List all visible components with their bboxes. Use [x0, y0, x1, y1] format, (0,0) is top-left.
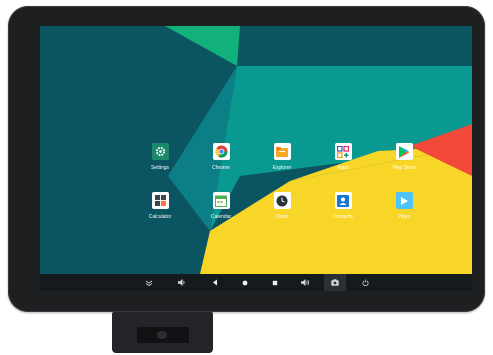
contacts-icon [334, 192, 352, 209]
app-label: Apps [337, 165, 349, 171]
home-icon[interactable] [234, 274, 256, 291]
collapse-icon[interactable] [138, 274, 160, 291]
app-settings[interactable]: Settings [130, 143, 190, 171]
app-label: Play Store [392, 165, 416, 171]
app-grid: Settings Chrome Explorer Apps Play Store… [40, 26, 472, 274]
app-play-store[interactable]: Play Store [374, 143, 434, 171]
volume-up-icon[interactable] [294, 274, 316, 291]
video-icon [395, 192, 413, 209]
volume-down-icon[interactable] [171, 274, 193, 291]
app-apps[interactable]: Apps [313, 143, 373, 171]
app-label: Chrome [212, 165, 230, 171]
power-icon[interactable] [354, 274, 376, 291]
screenshot-icon[interactable] [324, 274, 346, 291]
recents-icon[interactable] [264, 274, 286, 291]
app-explorer[interactable]: Explorer [252, 143, 312, 171]
app-label: Explorer [272, 165, 292, 171]
app-calculator[interactable]: Calculator [130, 192, 190, 220]
calculator-icon [151, 192, 169, 209]
app-label: Calendar [210, 214, 232, 220]
app-label: Contacts [333, 214, 353, 220]
app-label: Clock [275, 214, 289, 220]
back-icon[interactable] [204, 274, 226, 291]
scanner-lens [157, 331, 167, 339]
explorer-icon [273, 143, 291, 160]
settings-icon [151, 143, 169, 160]
play-store-icon [395, 143, 413, 160]
app-chrome[interactable]: Chrome [191, 143, 251, 171]
app-video[interactable]: Video [374, 192, 434, 220]
barcode-scanner-module [112, 312, 213, 353]
app-label: Video [397, 214, 411, 220]
app-contacts[interactable]: Contacts [313, 192, 373, 220]
clock-icon [273, 192, 291, 209]
app-calendar[interactable]: Calendar [191, 192, 251, 220]
calendar-icon [212, 192, 230, 209]
screen: Settings Chrome Explorer Apps Play Store… [40, 26, 472, 291]
app-clock[interactable]: Clock [252, 192, 312, 220]
scanner-window [137, 327, 189, 343]
tablet-device: Settings Chrome Explorer Apps Play Store… [8, 6, 485, 312]
chrome-icon [212, 143, 230, 160]
app-label: Calculator [148, 214, 172, 220]
app-label: Settings [150, 165, 170, 171]
apps-grid-icon [334, 143, 352, 160]
navigation-bar [40, 274, 472, 291]
